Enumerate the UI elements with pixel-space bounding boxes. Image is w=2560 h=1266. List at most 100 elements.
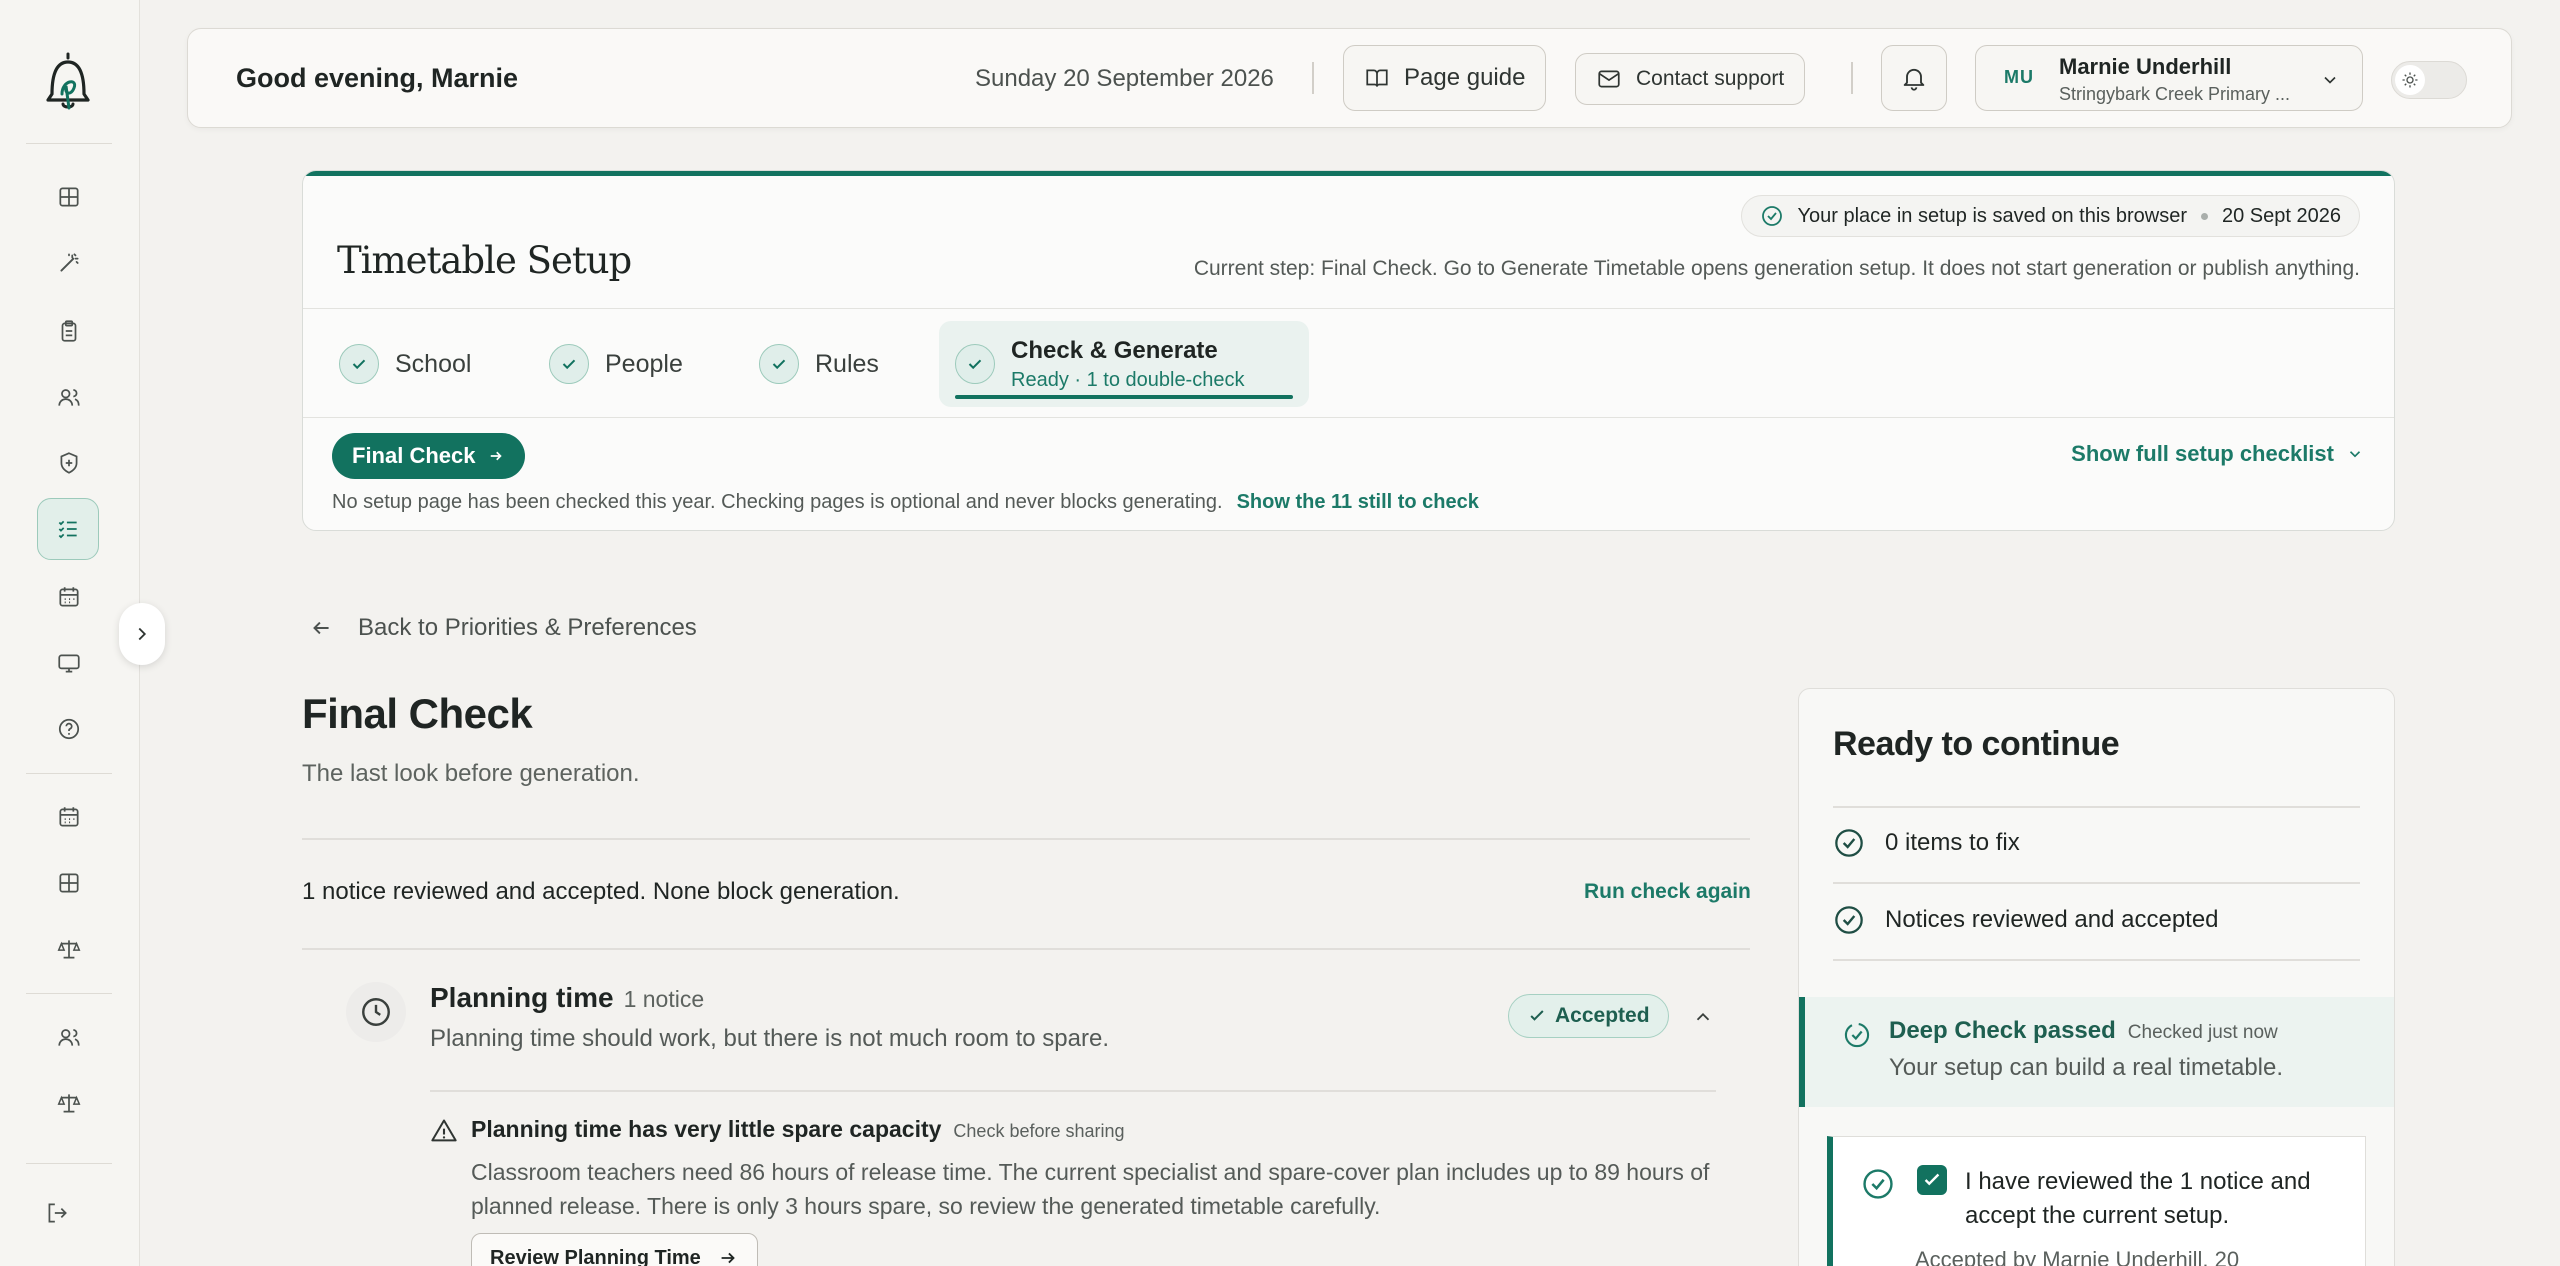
sidebar-item-clipboard[interactable] (42, 304, 96, 358)
sidebar-item-grid-2[interactable] (42, 856, 96, 910)
save-status-text: Your place in setup is saved on this bro… (1797, 204, 2187, 227)
sidebar-item-check[interactable] (37, 498, 99, 560)
accepted-by-text: Accepted by Marnie Underhill, 20 (1915, 1247, 2240, 1266)
sidebar-item-people[interactable] (42, 370, 96, 424)
setup-tabs: School People Rules Check & Generate Rea… (303, 308, 2394, 418)
sidebar-item-rules[interactable] (42, 436, 96, 490)
page-subtitle: The last look before generation. (302, 760, 640, 787)
check-icon (968, 359, 982, 370)
tab-school[interactable]: School (339, 309, 471, 419)
page-guide-button[interactable]: Page guide (1343, 45, 1547, 111)
active-tab-indicator (955, 395, 1293, 399)
scale-icon (57, 940, 81, 959)
deep-check-box: Deep Check passed Checked just now Your s… (1799, 997, 2394, 1107)
check-icon (352, 359, 366, 370)
check-circle-icon (1761, 206, 1782, 226)
divider (302, 838, 1750, 840)
book-open-icon (1366, 69, 1388, 87)
sidebar-item-wizard[interactable] (42, 236, 96, 290)
theme-toggle[interactable] (2391, 61, 2467, 99)
show-checklist-button[interactable]: Show full setup checklist (2071, 441, 2364, 467)
check-circle-icon (1835, 829, 1863, 857)
run-check-again-button[interactable]: Run check again (1584, 880, 1751, 904)
tab-label: School (395, 349, 472, 378)
acceptance-box: I have reviewed the 1 notice and accept … (1827, 1136, 2366, 1266)
deep-check-title: Deep Check passed Checked just now (1889, 1017, 2278, 1045)
tab-text: Check & Generate Ready · 1 to double-che… (1011, 337, 1244, 392)
users-icon (58, 1029, 80, 1046)
sidebar-item-calendar-2[interactable] (42, 790, 96, 844)
collapse-section-button[interactable] (1692, 1006, 1714, 1028)
show-still-to-check-link[interactable]: Show the 11 still to check (1237, 491, 1479, 514)
back-link[interactable]: Back to Priorities & Preferences (308, 614, 697, 642)
deep-check-time: Checked just now (2127, 1022, 2278, 1043)
section-title-text: Planning time (430, 982, 614, 1013)
show-checklist-label: Show full setup checklist (2071, 441, 2334, 466)
chevron-down-icon (2349, 451, 2361, 458)
sun-icon (2402, 72, 2418, 88)
tab-check-badge (339, 344, 379, 384)
chevron-right-icon (138, 627, 147, 641)
divider (1833, 882, 2360, 884)
accept-checkbox[interactable] (1917, 1165, 1947, 1195)
sidebar-expand-button[interactable] (119, 603, 165, 665)
tab-check-generate[interactable]: Check & Generate Ready · 1 to double-che… (939, 321, 1309, 407)
sidebar-item-help[interactable] (42, 702, 96, 756)
chevron-up-icon (1696, 1012, 1710, 1021)
magic-wand-icon (60, 253, 79, 272)
current-date: Sunday 20 September 2026 (975, 65, 1274, 92)
sidebar-divider (26, 143, 112, 144)
sidebar-item-logout[interactable] (30, 1186, 84, 1240)
review-button-label: Review Planning Time (490, 1246, 701, 1266)
clock-icon (362, 998, 390, 1026)
ready-item-label: 0 items to fix (1885, 829, 2020, 856)
notifications-button[interactable] (1881, 45, 1947, 111)
chevron-down-icon (2324, 76, 2336, 84)
sidebar-divider (26, 993, 112, 994)
save-date: 20 Sept 2026 (2222, 204, 2341, 227)
contact-support-button[interactable]: Contact support (1575, 53, 1806, 105)
tab-label: Check & Generate (1011, 336, 1218, 364)
user-menu-button[interactable]: MU Marnie Underhill Stringybark Creek Pr… (1975, 45, 2363, 111)
calendar-icon (59, 587, 79, 607)
sidebar-item-calendar[interactable] (42, 570, 96, 624)
clipboard-icon (61, 320, 77, 342)
review-planning-time-button[interactable]: Review Planning Time (471, 1233, 758, 1266)
grid-icon (59, 873, 79, 893)
warning-icon (430, 1117, 458, 1145)
arrow-left-icon (313, 621, 329, 635)
mail-icon (1598, 70, 1620, 88)
sidebar-item-display[interactable] (42, 636, 96, 690)
ready-item-notices: Notices reviewed and accepted (1833, 904, 2219, 936)
deep-check-title-text: Deep Check passed (1889, 1017, 2116, 1044)
check-summary: 1 notice reviewed and accepted. None blo… (302, 878, 900, 905)
sidebar-item-balance[interactable] (42, 922, 96, 976)
notice-body: Classroom teachers need 86 hours of rele… (471, 1159, 1710, 1219)
check-circle-icon (1861, 1167, 1895, 1201)
contact-support-label: Contact support (1636, 67, 1785, 90)
header-divider (1312, 62, 1314, 94)
avatar: MU (2004, 67, 2034, 87)
shield-plus-icon (60, 452, 78, 474)
divider (302, 948, 1750, 950)
tab-label: People (605, 349, 683, 378)
notice-title: Planning time has very little spare capa… (471, 1116, 1125, 1143)
sidebar-item-balance-2[interactable] (42, 1076, 96, 1130)
logout-icon (48, 1203, 67, 1223)
setup-note: No setup page has been checked this year… (332, 491, 1479, 514)
ready-item-fix: 0 items to fix (1833, 827, 2020, 859)
sidebar-item-staff[interactable] (42, 1010, 96, 1064)
tab-rules[interactable]: Rules (759, 309, 879, 419)
final-check-label: Final Check (352, 443, 476, 468)
divider (1833, 806, 2360, 808)
sidebar-divider (26, 1163, 112, 1164)
grid-icon (59, 187, 79, 207)
sidebar-item-dashboard[interactable] (42, 170, 96, 224)
setup-title: Timetable Setup (337, 239, 632, 282)
greeting: Good evening, Marnie (236, 63, 519, 93)
accept-checkbox-label: I have reviewed the 1 notice and accept … (1965, 1168, 2311, 1229)
app-logo-icon[interactable] (38, 50, 98, 114)
final-check-pill[interactable]: Final Check (332, 433, 526, 479)
tab-people[interactable]: People (549, 309, 683, 419)
current-step-text: Current step: Final Check. Go to Generat… (1193, 257, 2360, 280)
